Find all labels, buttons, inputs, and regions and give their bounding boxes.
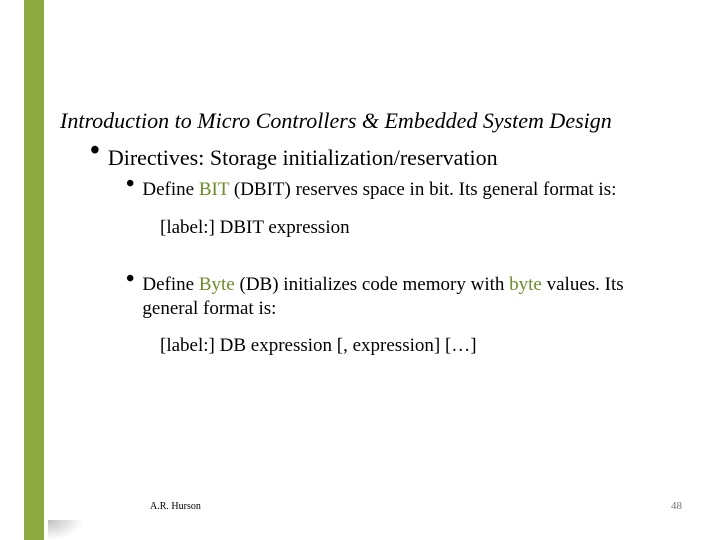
footer-author: A.R. Hurson (150, 501, 201, 512)
bit-syntax-label: [label:] (160, 217, 215, 238)
bit-syntax: [label:] DBIT expression (60, 217, 680, 239)
slide: Introduction to Micro Controllers & Embe… (0, 0, 720, 540)
bullet-byte-text: Define Byte (DB) initializes code memory… (142, 273, 680, 322)
byte-syntax-kw: DB (220, 335, 246, 356)
bullet-dot: • (126, 267, 134, 291)
byte-syntax-label: [label:] (160, 335, 215, 356)
bullet-dot: • (90, 137, 100, 165)
slide-content: Introduction to Micro Controllers & Embe… (60, 108, 680, 357)
bit-pre: Define (142, 179, 198, 200)
accent-bar (24, 0, 44, 540)
byte-keyword: Byte (199, 274, 235, 295)
bullet-level1: • Directives: Storage initialization/res… (60, 144, 680, 172)
bit-syntax-kw: DBIT (220, 217, 264, 238)
byte-pre: Define (142, 274, 198, 295)
bullet-bit: • Define BIT (DBIT) reserves space in bi… (60, 178, 680, 202)
directives-rest: Storage initialization/reservation (204, 145, 497, 170)
accent-shadow (48, 520, 84, 540)
byte-mid: (DB) initializes code memory with (235, 274, 509, 295)
directives-label: Directives: (108, 145, 205, 170)
byte-keyword2: byte (509, 274, 542, 295)
bit-keyword: BIT (199, 179, 229, 200)
bullet-dot: • (126, 172, 134, 196)
slide-title: Introduction to Micro Controllers & Embe… (60, 108, 680, 134)
byte-syntax-rest: expression [, expression] […] (246, 335, 477, 356)
bullet-bit-text: Define BIT (DBIT) reserves space in bit.… (142, 178, 616, 202)
byte-syntax: [label:] DB expression [, expression] […… (60, 335, 680, 357)
bit-syntax-rest: expression (264, 217, 350, 238)
bit-post: (DBIT) reserves space in bit. Its genera… (229, 179, 616, 200)
footer-page-number: 48 (671, 500, 682, 512)
bullet-level1-text: Directives: Storage initialization/reser… (108, 144, 498, 172)
spacer (60, 239, 680, 267)
bullet-byte: • Define Byte (DB) initializes code memo… (60, 273, 680, 322)
